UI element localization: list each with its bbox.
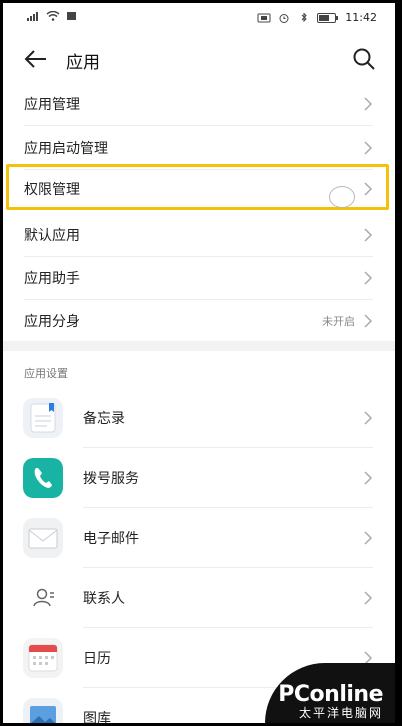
- app-item-label: 电子邮件: [83, 531, 139, 547]
- touch-indicator: [329, 186, 355, 208]
- nfc-icon: [257, 13, 271, 22]
- app-item-dialer[interactable]: 拨号服务: [3, 448, 395, 508]
- back-arrow-icon[interactable]: [23, 46, 49, 72]
- section-title: 应用设置: [24, 367, 68, 380]
- signal-icon: [27, 12, 38, 21]
- chevron-right-icon: [364, 228, 373, 242]
- chevron-right-icon: [364, 141, 373, 155]
- mail-icon: [23, 518, 63, 558]
- menu-item-app-twin[interactable]: 应用分身 未开启: [3, 299, 395, 343]
- gallery-icon: [23, 698, 63, 723]
- calendar-icon: [23, 638, 63, 678]
- menu-item-app-management[interactable]: 应用管理: [3, 82, 395, 126]
- bluetooth-icon: [301, 12, 308, 22]
- app-item-contacts[interactable]: 联系人: [3, 568, 395, 628]
- title-bar: 应用: [3, 35, 395, 83]
- chevron-right-icon: [364, 314, 373, 328]
- status-bar: 11:42: [3, 3, 395, 33]
- app-item-label: 联系人: [83, 591, 125, 607]
- battery-icon: [317, 12, 339, 23]
- app-item-label: 图库: [83, 711, 111, 723]
- status-time: 11:42: [345, 11, 377, 24]
- menu-item-label: 应用分身: [24, 314, 80, 330]
- page-title: 应用: [66, 53, 100, 73]
- phone-icon: [23, 458, 63, 498]
- app-item-notes[interactable]: 备忘录: [3, 388, 395, 448]
- chevron-right-icon: [364, 411, 373, 425]
- app-item-email[interactable]: 电子邮件: [3, 508, 395, 568]
- app-item-label: 日历: [83, 651, 111, 667]
- app-item-label: 拨号服务: [83, 471, 139, 487]
- chevron-right-icon: [364, 471, 373, 485]
- menu-item-label: 应用启动管理: [24, 141, 108, 157]
- screen: 11:42 应用 应用管理 应用启动管理 权限管理 默认应用 应用助手 应用分身…: [3, 3, 395, 723]
- wifi-icon: [46, 11, 60, 21]
- notification-icon: [67, 12, 76, 20]
- watermark-sub: 太平洋电脑网: [298, 706, 383, 720]
- menu-item-label: 应用助手: [24, 271, 80, 287]
- chevron-right-icon: [364, 591, 373, 605]
- pconline-watermark: PConline 太平洋电脑网: [263, 645, 395, 723]
- section-separator: [3, 341, 395, 351]
- contacts-icon: [23, 578, 63, 618]
- alarm-icon: [279, 13, 289, 23]
- search-icon[interactable]: [351, 46, 377, 72]
- menu-item-label: 应用管理: [24, 97, 80, 113]
- chevron-right-icon: [364, 271, 373, 285]
- chevron-right-icon: [364, 97, 373, 111]
- menu-item-default-apps[interactable]: 默认应用: [3, 213, 395, 257]
- menu-item-app-assistant[interactable]: 应用助手: [3, 256, 395, 300]
- app-item-label: 备忘录: [83, 411, 125, 427]
- notes-icon: [23, 398, 63, 438]
- menu-item-label: 默认应用: [24, 228, 80, 244]
- chevron-right-icon: [364, 531, 373, 545]
- app-twin-status: 未开启: [322, 315, 355, 328]
